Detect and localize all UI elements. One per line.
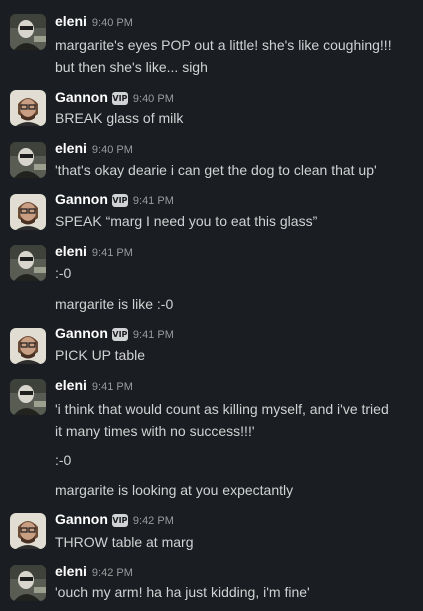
author-name[interactable]: Gannon <box>55 191 108 207</box>
message-text: 'ouch my arm! ha ha just kidding, i'm fi… <box>55 584 310 600</box>
vip-badge: VIP <box>111 92 128 105</box>
message-header: eleni 9:42 PM <box>55 563 133 581</box>
message-text: BREAK glass of milk <box>55 110 184 126</box>
message-text: margarite is looking at you expectantly <box>55 482 294 498</box>
message-text: it many times with no success!!!' <box>55 423 255 439</box>
timestamp[interactable]: 9:41 PM <box>92 247 133 259</box>
author-name[interactable]: eleni <box>55 243 87 259</box>
author-name[interactable]: Gannon <box>55 89 108 105</box>
message-header: eleni 9:41 PM <box>55 377 133 395</box>
message-text: but then she's like... sigh <box>55 59 208 75</box>
message-text: :-0 <box>55 452 72 468</box>
avatar[interactable] <box>10 328 46 364</box>
message-header: Gannon VIP 9:41 PM <box>55 191 174 209</box>
timestamp[interactable]: 9:41 PM <box>133 329 174 341</box>
message-text: :-0 <box>55 265 72 281</box>
author-name[interactable]: Gannon <box>55 325 108 341</box>
message-list: eleni 9:40 PM margarite's eyes POP out a … <box>0 0 423 611</box>
avatar[interactable] <box>10 513 46 549</box>
vip-badge: VIP <box>111 194 128 207</box>
message-text: margarite is like :-0 <box>55 296 174 312</box>
vip-badge: VIP <box>111 514 128 527</box>
message-text: 'i think that would count as killing mys… <box>55 401 389 417</box>
message-text: margarite's eyes POP out a little! she's… <box>55 37 392 53</box>
message-text: PICK UP table <box>55 347 146 363</box>
timestamp[interactable]: 9:40 PM <box>92 17 133 29</box>
author-name[interactable]: eleni <box>55 563 87 579</box>
message-text: THROW table at marg <box>55 534 194 550</box>
timestamp[interactable]: 9:41 PM <box>133 195 174 207</box>
timestamp[interactable]: 9:41 PM <box>92 381 133 393</box>
timestamp[interactable]: 9:40 PM <box>92 144 133 156</box>
author-name[interactable]: eleni <box>55 377 87 393</box>
message-header: Gannon VIP 9:42 PM <box>55 511 174 529</box>
author-name[interactable]: eleni <box>55 13 87 29</box>
avatar[interactable] <box>10 90 46 126</box>
message-header: Gannon VIP 9:41 PM <box>55 325 174 343</box>
message-header: eleni 9:41 PM <box>55 243 133 261</box>
message-header: eleni 9:40 PM <box>55 13 133 31</box>
message-header: eleni 9:40 PM <box>55 140 133 158</box>
avatar[interactable] <box>10 194 46 230</box>
avatar[interactable] <box>10 565 46 601</box>
message-header: Gannon VIP 9:40 PM <box>55 89 174 107</box>
avatar[interactable] <box>10 245 46 281</box>
message-text: SPEAK “marg I need you to eat this glass… <box>55 213 318 229</box>
avatar[interactable] <box>10 142 46 178</box>
vip-badge: VIP <box>111 328 128 341</box>
avatar[interactable] <box>10 379 46 415</box>
avatar[interactable] <box>10 14 46 50</box>
timestamp[interactable]: 9:40 PM <box>133 93 174 105</box>
author-name[interactable]: Gannon <box>55 511 108 527</box>
author-name[interactable]: eleni <box>55 140 87 156</box>
message-text: 'that's okay dearie i can get the dog to… <box>55 162 377 178</box>
timestamp[interactable]: 9:42 PM <box>133 515 174 527</box>
timestamp[interactable]: 9:42 PM <box>92 567 133 579</box>
